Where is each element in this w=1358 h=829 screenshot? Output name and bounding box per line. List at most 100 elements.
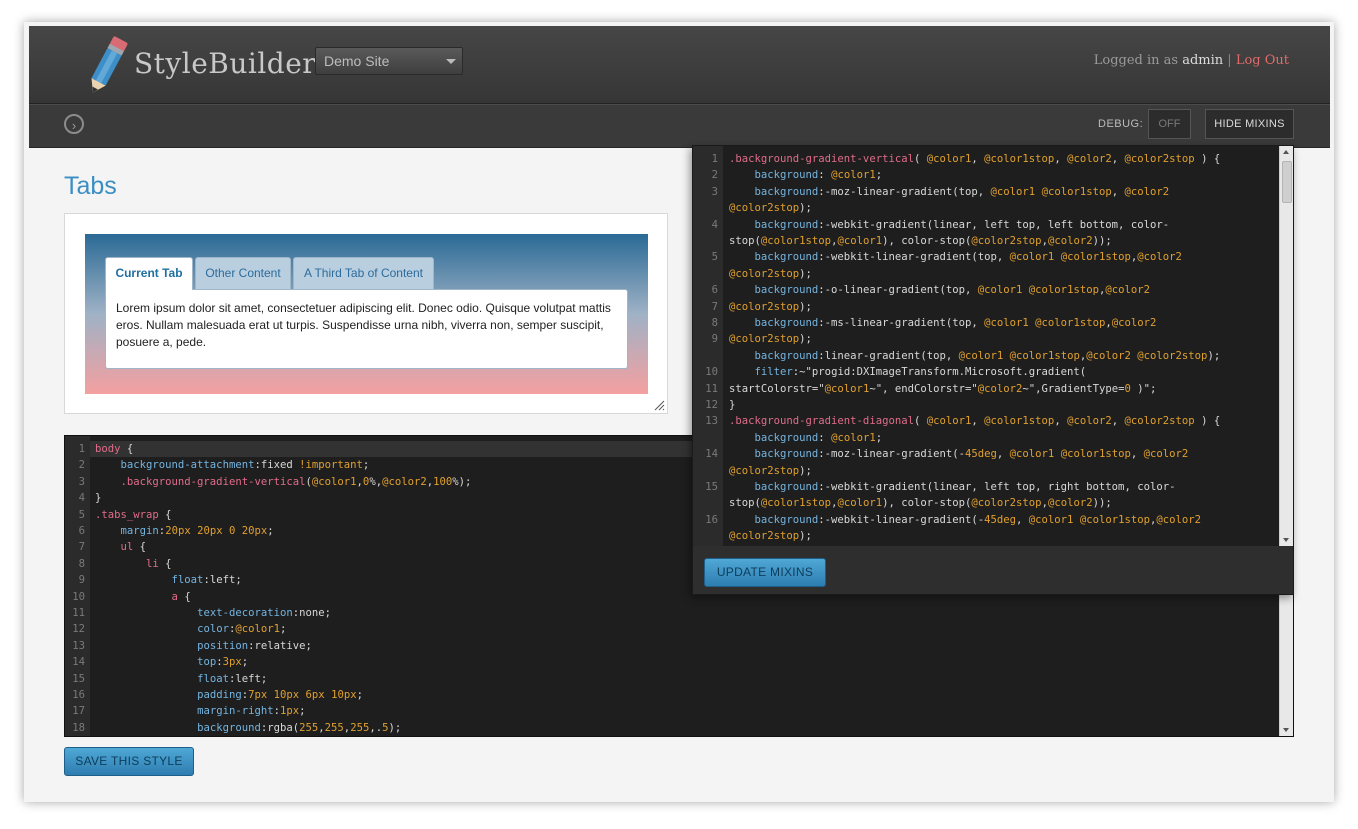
line-number: 12 [72, 623, 85, 636]
site-select-value: Demo Site [324, 53, 390, 69]
username: admin [1182, 53, 1224, 68]
brand-title: StyleBuilder [134, 47, 317, 80]
code-line: background:-webkit-linear-gradient(-45de… [754, 513, 1202, 526]
code-line: .background-gradient-vertical( @color1, … [729, 153, 1221, 165]
mixins-scrollbar[interactable] [1279, 146, 1293, 546]
line-number: 17 [72, 705, 85, 718]
login-status: Logged in as admin | Log Out [1094, 53, 1289, 68]
line-number: 4 [78, 492, 85, 505]
login-separator: | [1227, 53, 1232, 68]
line-number [693, 495, 718, 511]
line-number: 18 [72, 721, 85, 734]
code-line: text-decoration:none; [197, 607, 332, 619]
code-line: } [95, 492, 102, 505]
mixins-code-editor[interactable]: 1 .background-gradient-vertical( @color1,… [693, 146, 1293, 546]
code-line: .background-gradient-vertical(@color1,0%… [120, 475, 472, 488]
code-line: background:-ms-linear-gradient(top, @col… [754, 317, 1157, 329]
debug-label: DEBUG: [1098, 118, 1144, 130]
code-line: @color2stop); [729, 333, 812, 346]
line-number: 1 [711, 153, 718, 165]
code-line: @color2stop); [729, 530, 812, 543]
preview-gradient-area: Current Tab Other Content A Third Tab of… [85, 234, 648, 394]
resize-grip-icon[interactable] [653, 399, 665, 411]
caret-down-icon [446, 59, 456, 64]
code-line: background:-moz-linear-gradient(top, @co… [754, 185, 1170, 198]
logout-link[interactable]: Log Out [1236, 53, 1289, 68]
save-style-button[interactable]: SAVE THIS STYLE [64, 747, 194, 776]
code-line: background:-webkit-gradient(linear, left… [754, 218, 1170, 231]
chevron-right-circle-icon[interactable]: › [64, 114, 84, 134]
line-number: 15 [72, 672, 85, 685]
line-number: 14 [72, 656, 85, 669]
code-line: padding:7px 10px 6px 10px; [197, 689, 363, 701]
line-number: 8 [78, 557, 85, 570]
code-line: background-attachment:fixed !important; [120, 459, 370, 472]
line-number [693, 348, 718, 364]
top-bar: StyleBuilder Demo Site Logged in as admi… [29, 26, 1330, 104]
line-number: 8 [711, 317, 718, 329]
code-line: stop(@color1stop,@color1), color-stop(@c… [729, 497, 1112, 510]
code-line: @color2stop); [729, 267, 812, 280]
code-line: body { [95, 443, 134, 455]
code-line: a { [171, 590, 191, 603]
code-line: @color2stop); [729, 464, 812, 477]
login-prefix: Logged in as [1093, 53, 1179, 68]
line-number: 6 [711, 284, 718, 297]
scroll-up-icon[interactable] [1283, 150, 1289, 154]
tab-content-panel: Lorem ipsum dolor sit amet, consectetuer… [105, 289, 628, 369]
code-line: top:3px; [197, 656, 249, 669]
code-line: startColorstr="@color1~", endColorstr="@… [729, 382, 1157, 395]
debug-toggle-button[interactable]: OFF [1148, 109, 1191, 139]
code-line: background:-o-linear-gradient(top, @colo… [754, 284, 1151, 297]
line-number: 12 [705, 399, 718, 411]
tab-third-content[interactable]: A Third Tab of Content [293, 257, 434, 289]
line-number: 10 [705, 366, 718, 379]
line-number: 7 [78, 541, 85, 554]
line-number: 16 [72, 689, 85, 701]
code-line: background: @color1; [754, 169, 883, 182]
line-number: 7 [711, 300, 718, 313]
line-number [693, 430, 718, 446]
code-line: position:relative; [197, 639, 312, 652]
line-number: 2 [78, 459, 85, 472]
line-number: 2 [711, 169, 718, 182]
tab-current[interactable]: Current Tab [105, 257, 193, 290]
line-number: 5 [78, 508, 85, 521]
scroll-down-icon[interactable] [1283, 728, 1289, 732]
code-line: margin:20px 20px 0 20px; [120, 525, 274, 537]
line-number [693, 528, 718, 544]
line-number: 3 [711, 185, 718, 198]
code-line: @color2stop); [729, 202, 812, 215]
line-number: 16 [705, 513, 718, 526]
code-line: float:left; [197, 672, 268, 685]
hide-mixins-button[interactable]: HIDE MIXINS [1205, 109, 1294, 139]
line-number: 15 [705, 481, 718, 493]
line-number [693, 200, 718, 216]
code-line: @color2stop); [729, 300, 812, 313]
code-line: margin-right:1px; [197, 705, 306, 718]
code-line: li { [146, 557, 172, 570]
line-number: 11 [72, 607, 85, 619]
code-line: background:-webkit-linear-gradient(top, … [754, 251, 1182, 264]
line-number: 14 [705, 448, 718, 461]
tab-other-content[interactable]: Other Content [195, 257, 291, 289]
pencil-logo-icon [91, 36, 128, 93]
scroll-thumb[interactable] [1282, 161, 1292, 203]
line-number: 9 [78, 574, 85, 587]
style-preview: Current Tab Other Content A Third Tab of… [64, 213, 668, 414]
line-number: 1 [78, 443, 85, 455]
line-number: 13 [72, 639, 85, 652]
line-number [693, 233, 718, 249]
line-number: 11 [705, 382, 718, 395]
page-title: Tabs [64, 172, 117, 200]
scroll-down-icon[interactable] [1283, 538, 1289, 542]
code-line: background:linear-gradient(top, @color1 … [754, 349, 1221, 362]
line-number: 4 [711, 218, 718, 231]
line-number [693, 266, 718, 282]
site-select[interactable]: Demo Site [315, 47, 463, 75]
line-number: 6 [78, 525, 85, 537]
update-mixins-button[interactable]: UPDATE MIXINS [704, 558, 826, 587]
code-line: background:-webkit-gradient(linear, left… [754, 481, 1176, 493]
toolbar: › DEBUG: OFF HIDE MIXINS [29, 104, 1330, 148]
line-number [693, 463, 718, 479]
